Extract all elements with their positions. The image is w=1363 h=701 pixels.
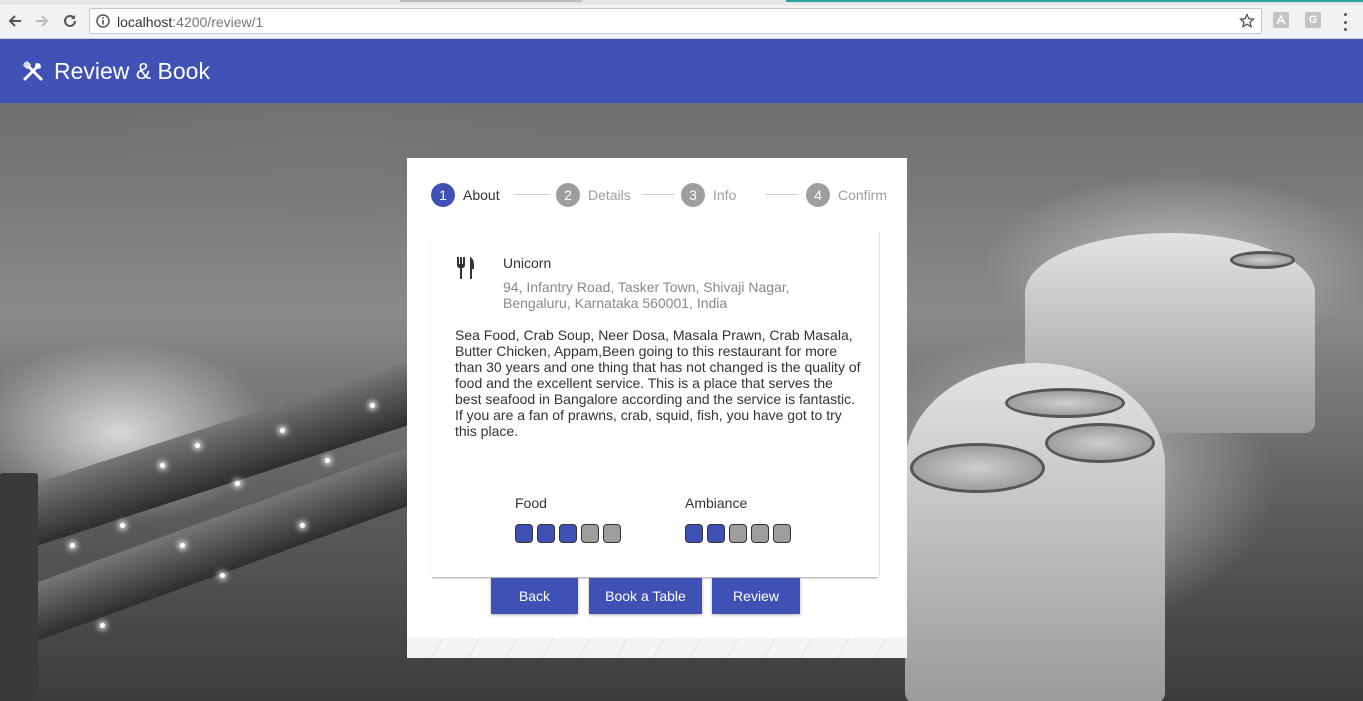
ambiance-rating-box[interactable] xyxy=(729,524,747,543)
food-rating-box[interactable] xyxy=(515,524,533,543)
step-about[interactable]: 1 About xyxy=(431,182,500,208)
browser-toolbar: localhost:4200/review/1 G xyxy=(0,5,1363,39)
stepper: 1 About 2 Details 3 Info 4 Confirm xyxy=(431,182,891,208)
tab-active[interactable] xyxy=(786,0,1363,2)
food-rating-box[interactable] xyxy=(603,524,621,543)
string-light xyxy=(180,543,185,548)
restaurant-menu-icon xyxy=(457,257,474,279)
restaurant-description: Sea Food, Crab Soup, Neer Dosa, Masala P… xyxy=(455,327,861,439)
forward-arrow-icon[interactable] xyxy=(31,10,53,32)
back-button[interactable]: Back xyxy=(491,578,578,614)
step-number: 3 xyxy=(681,183,705,207)
ambiance-rating-box[interactable] xyxy=(685,524,703,543)
url-path: :4200/review/1 xyxy=(172,14,264,30)
step-connector xyxy=(642,194,674,195)
step-label: Confirm xyxy=(838,187,888,203)
step-details[interactable]: 2 Details xyxy=(556,182,631,208)
ext2-label: G xyxy=(1308,14,1318,26)
plate xyxy=(1230,251,1295,269)
step-connector xyxy=(766,194,798,195)
string-light xyxy=(100,623,105,628)
rating-boxes xyxy=(685,524,795,543)
food-rating-box[interactable] xyxy=(581,524,599,543)
ambiance-rating-box[interactable] xyxy=(773,524,791,543)
string-light xyxy=(220,573,225,578)
string-light xyxy=(160,463,165,468)
app-toolbar: Review & Book xyxy=(0,39,1363,103)
restaurant-address: 94, Infantry Road, Tasker Town, Shivaji … xyxy=(503,279,790,311)
tab-inactive[interactable] xyxy=(400,0,582,2)
food-rating-box[interactable] xyxy=(559,524,577,543)
restaurant-name: Unicorn xyxy=(503,255,552,271)
string-light xyxy=(120,523,125,528)
string-light xyxy=(370,403,375,408)
railing-post xyxy=(0,473,38,701)
address-bar[interactable]: localhost:4200/review/1 xyxy=(89,8,1262,34)
ambiance-rating-box[interactable] xyxy=(751,524,769,543)
app-title: Review & Book xyxy=(54,57,210,84)
rating-label: Ambiance xyxy=(685,495,748,511)
string-light xyxy=(280,428,285,433)
string-light xyxy=(235,481,240,486)
url-text: localhost:4200/review/1 xyxy=(117,14,263,30)
string-light xyxy=(70,543,75,548)
ambiance-rating-box[interactable] xyxy=(707,524,725,543)
rating-boxes xyxy=(515,524,625,543)
plate xyxy=(910,443,1045,493)
booking-card: 1 About 2 Details 3 Info 4 Confirm Unico… xyxy=(407,158,907,658)
info-icon[interactable] xyxy=(96,14,110,33)
step-label: Info xyxy=(713,187,737,203)
reload-icon[interactable] xyxy=(59,10,81,32)
step-label: About xyxy=(463,187,500,203)
browser-menu-icon[interactable] xyxy=(1340,13,1350,31)
step-info[interactable]: 3 Info xyxy=(681,182,736,208)
restaurant-details-card: Unicorn 94, Infantry Road, Tasker Town, … xyxy=(431,230,879,577)
review-button[interactable]: Review xyxy=(712,578,800,614)
ambiance-rating: Ambiance xyxy=(685,495,795,543)
food-rating: Food xyxy=(515,495,625,543)
step-confirm[interactable]: 4 Confirm xyxy=(806,182,887,208)
step-connector xyxy=(514,194,550,195)
back-arrow-icon[interactable] xyxy=(4,10,26,32)
url-host: localhost xyxy=(117,14,173,30)
step-number: 2 xyxy=(556,183,580,207)
book-a-table-button[interactable]: Book a Table xyxy=(589,578,702,614)
plate xyxy=(1005,388,1125,418)
plate xyxy=(1045,423,1155,463)
step-number: 4 xyxy=(806,183,830,207)
bookmark-star-icon[interactable] xyxy=(1238,12,1256,34)
food-rating-box[interactable] xyxy=(537,524,555,543)
step-number: 1 xyxy=(431,183,455,207)
pdf-extension-icon[interactable] xyxy=(1273,12,1289,28)
string-light xyxy=(300,523,305,528)
step-label: Details xyxy=(588,187,631,203)
rating-label: Food xyxy=(515,495,547,511)
grammarly-extension-icon[interactable]: G xyxy=(1305,12,1321,28)
card-footer-stripe xyxy=(407,638,907,658)
string-light xyxy=(325,458,330,463)
string-light xyxy=(195,443,200,448)
restaurant-logo-icon xyxy=(23,61,43,81)
